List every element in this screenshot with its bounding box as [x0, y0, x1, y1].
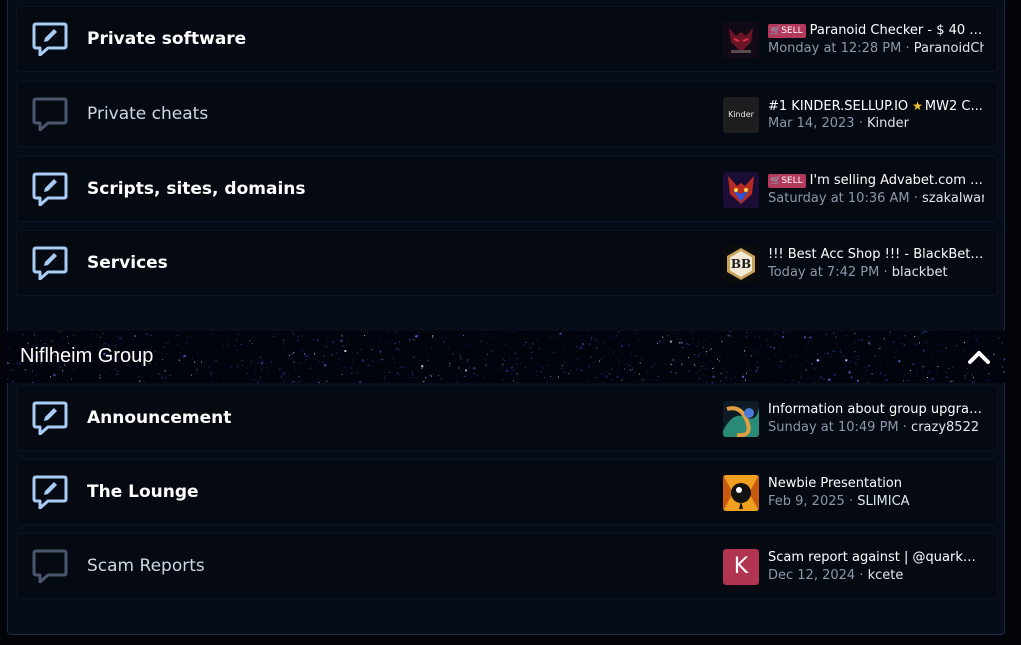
forum-row-announcement[interactable]: Announcement Information about group upg… [16, 385, 998, 451]
latest-thread-title[interactable]: Newbie Presentation [768, 476, 902, 491]
forum-title[interactable]: The Lounge [87, 459, 199, 525]
chat-bubble-edit-icon [32, 246, 68, 280]
forum-title[interactable]: Services [87, 230, 168, 296]
forum-title[interactable]: Private cheats [87, 81, 208, 147]
latest-user[interactable]: SLIMICA [857, 494, 909, 509]
forum-title[interactable]: Private software [87, 6, 246, 72]
forum-row-services[interactable]: Services BB !!! Best Acc Shop !!! - Blac… [16, 230, 998, 296]
forum-row-private-cheats[interactable]: Private cheats Kinder #1 KINDER.SELLUP.I… [16, 81, 998, 147]
forum-row-the-lounge[interactable]: The Lounge Newbie Presentation Feb 9, 20… [16, 459, 998, 525]
category-header-niflheim-group[interactable]: Niflheim Group [7, 331, 1005, 383]
chat-bubble-edit-icon [32, 22, 68, 56]
latest-user[interactable]: kcete [868, 568, 904, 583]
latest-thread: Information about group upgrad... Sunday… [768, 401, 984, 437]
latest-user[interactable]: crazy8522 [911, 420, 979, 435]
avatar[interactable] [723, 172, 759, 208]
sell-prefix-badge[interactable]: 🛒SELL [768, 24, 806, 38]
latest-user[interactable]: blackbet [892, 265, 948, 280]
latest-user[interactable]: Kinder [867, 116, 909, 131]
avatar[interactable] [723, 22, 759, 58]
forum-title[interactable]: Scripts, sites, domains [87, 156, 306, 222]
latest-thread-title[interactable]: !!! Best Acc Shop !!! - BlackBet.ws (... [768, 247, 984, 262]
avatar[interactable] [723, 475, 759, 511]
chat-bubble-icon [32, 97, 68, 131]
avatar[interactable] [723, 401, 759, 437]
latest-date[interactable]: Today at 7:42 PM [768, 265, 879, 280]
avatar[interactable]: Kinder [723, 97, 759, 133]
category-title[interactable]: Niflheim Group [20, 331, 153, 381]
chat-bubble-edit-icon [32, 401, 68, 435]
chevron-up-icon[interactable] [967, 347, 991, 367]
avatar[interactable]: BB [723, 246, 759, 282]
latest-thread-title[interactable]: I'm selling Advabet.com G... [810, 173, 984, 188]
latest-date[interactable]: Feb 9, 2025 [768, 494, 845, 509]
avatar[interactable]: K [723, 549, 759, 585]
star-icon: ★ [912, 99, 923, 113]
latest-date[interactable]: Saturday at 10:36 AM [768, 191, 910, 206]
latest-thread: Newbie Presentation Feb 9, 2025 · SLIMIC… [768, 476, 910, 509]
latest-thread: 🛒SELL Paranoid Checker - $ 40 fo... Monda… [768, 22, 984, 58]
latest-thread: !!! Best Acc Shop !!! - BlackBet.ws (...… [768, 246, 984, 282]
forum-row-scam-reports[interactable]: Scam Reports K Scam report against | @qu… [16, 533, 998, 599]
sell-prefix-badge[interactable]: 🛒SELL [768, 174, 806, 188]
chat-bubble-edit-icon [32, 475, 68, 509]
cart-icon: 🛒 [770, 26, 782, 36]
forum-row-private-software[interactable]: Private software 🛒SELL Paranoid Checker -… [16, 6, 998, 72]
starfield-banner [7, 331, 1005, 383]
forum-title[interactable]: Scam Reports [87, 533, 205, 599]
latest-thread-title[interactable]: Scam report against | @quarkde... [768, 550, 984, 565]
latest-date[interactable]: Monday at 12:28 PM [768, 41, 901, 56]
forum-title[interactable]: Announcement [87, 385, 231, 451]
latest-thread: 🛒SELL I'm selling Advabet.com G... Saturd… [768, 172, 984, 208]
latest-thread-title[interactable]: #1 KINDER.SELLUP.IO [768, 99, 908, 114]
forum-row-scripts-sites-domains[interactable]: Scripts, sites, domains 🛒SELL I'm selling… [16, 156, 998, 222]
cart-icon: 🛒 [770, 176, 782, 186]
latest-date[interactable]: Sunday at 10:49 PM [768, 420, 899, 435]
chat-bubble-icon [32, 549, 68, 583]
chat-bubble-edit-icon [32, 172, 68, 206]
latest-thread: Scam report against | @quarkde... Dec 12… [768, 549, 984, 585]
latest-thread-title[interactable]: Information about group upgrad... [768, 402, 984, 417]
latest-user[interactable]: ParanoidChec [914, 41, 984, 56]
latest-user[interactable]: szakalwarsaw [922, 191, 984, 206]
latest-thread: #1 KINDER.SELLUP.IO ★ MW2 C... Mar 14, 202… [768, 99, 983, 131]
latest-date[interactable]: Dec 12, 2024 [768, 568, 855, 583]
latest-date[interactable]: Mar 14, 2023 [768, 116, 855, 131]
latest-thread-title[interactable]: Paranoid Checker - $ 40 fo... [810, 23, 984, 38]
